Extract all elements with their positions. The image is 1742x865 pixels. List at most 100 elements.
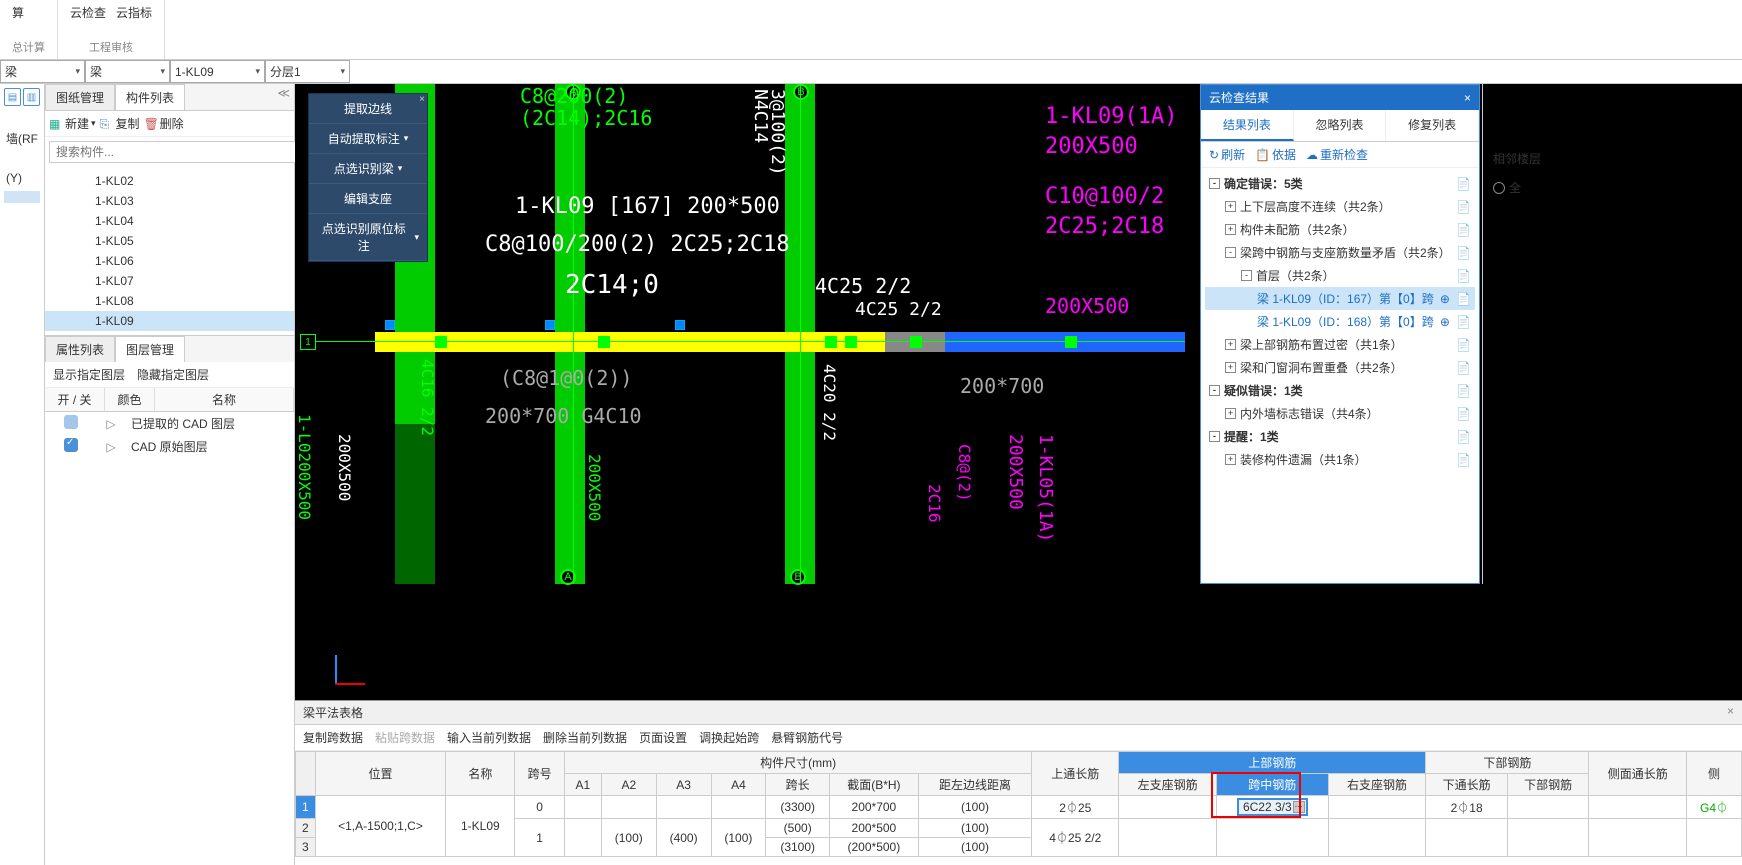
ellipsis-button[interactable]: ⋯ — [1293, 801, 1305, 813]
result-link[interactable]: 梁 1-KL09（ID：167）第【0】跨 — [1257, 290, 1434, 307]
tb-delcol[interactable]: 删除当前列数据 — [543, 729, 627, 746]
search-input[interactable] — [49, 141, 298, 163]
cell[interactable]: (100) — [918, 838, 1032, 857]
tree-item-selected[interactable]: 1-KL09 — [45, 311, 294, 331]
layer-row[interactable]: ▷ 已提取的 CAD 图层 — [45, 412, 294, 435]
fm-pick-origin[interactable]: 点选识别原位标注▾ — [309, 214, 427, 261]
locate-icon[interactable]: ⊕ — [1440, 292, 1450, 306]
collapse-icon[interactable]: - — [1209, 178, 1220, 189]
recheck-button[interactable]: ☁ 重新检查 — [1306, 146, 1368, 163]
type-dropdown[interactable]: 梁▾ — [85, 60, 170, 83]
ribbon-calc-button[interactable]: 算 — [12, 4, 24, 21]
show-layer-btn[interactable]: 显示指定图层 — [53, 366, 125, 383]
layer-row[interactable]: ▷ CAD 原始图层 — [45, 435, 294, 458]
handle[interactable] — [1065, 336, 1077, 348]
pin-icon[interactable]: ≪ — [277, 86, 290, 100]
result-item[interactable]: +内外墙标志错误（共4条）📄 — [1205, 402, 1475, 425]
cell[interactable]: 4⏀25 2/2 — [1032, 819, 1119, 857]
cell[interactable]: (100) — [711, 819, 766, 857]
tree-item[interactable]: 1-KL02 — [45, 171, 294, 191]
result-item[interactable]: +梁和门窗洞布置重叠（共2条）📄 — [1205, 356, 1475, 379]
th-span[interactable]: 跨号 — [515, 752, 564, 796]
detail-icon[interactable]: 📄 — [1456, 338, 1471, 352]
expand-icon[interactable]: + — [1225, 339, 1236, 350]
radio-icon[interactable] — [1493, 182, 1505, 194]
result-link[interactable]: 梁 1-KL09（ID：168）第【0】跨 — [1257, 313, 1434, 330]
result-item[interactable]: -疑似错误：1类📄 — [1205, 379, 1475, 402]
collapse-icon[interactable]: - — [1209, 431, 1220, 442]
th-leftsup[interactable]: 左支座钢筋 — [1119, 774, 1217, 796]
table-row[interactable]: 1 <1,A-1500;1,C> 1-KL09 0 (3300) 200*700… — [296, 796, 1742, 819]
refresh-button[interactable]: ↻ 刷新 — [1209, 146, 1245, 163]
fm-extract-edge[interactable]: 提取边线 — [309, 94, 427, 124]
cell[interactable]: 2⏀25 — [1032, 796, 1119, 819]
tool-icon-2[interactable]: ▥ — [23, 88, 40, 106]
layer-dropdown[interactable]: 分层1▾ — [265, 60, 350, 83]
tree-item[interactable]: 1-KL03 — [45, 191, 294, 211]
cell[interactable]: G4⏀ — [1687, 796, 1742, 819]
tree-item[interactable]: 1-KL07 — [45, 271, 294, 291]
expand-icon[interactable]: + — [1225, 224, 1236, 235]
handle[interactable] — [910, 336, 922, 348]
tree-item[interactable]: 1-KL04 — [45, 211, 294, 231]
cell[interactable]: 200*700 — [830, 796, 919, 819]
anchor[interactable] — [675, 320, 685, 330]
result-item[interactable]: 梁 1-KL09（ID：167）第【0】跨 ⊕ 📄 — [1205, 287, 1475, 310]
tb-cantilever[interactable]: 悬臂钢筋代号 — [771, 729, 843, 746]
result-item[interactable]: +装修构件遗漏（共1条）📄 — [1205, 448, 1475, 471]
tab-results[interactable]: 结果列表 — [1201, 110, 1294, 141]
th-lowerlong[interactable]: 下通长筋 — [1426, 774, 1508, 796]
component-dropdown[interactable]: 1-KL09▾ — [170, 60, 265, 83]
tool-icon-1[interactable]: ▤ — [4, 88, 21, 106]
th-side2[interactable]: 侧 — [1687, 752, 1742, 796]
th-a4[interactable]: A4 — [711, 774, 766, 796]
side-item-wall[interactable]: 墙(RF — [4, 124, 40, 153]
th-size[interactable]: 构件尺寸(mm) — [564, 752, 1031, 774]
tab-layermgr[interactable]: 图层管理 — [115, 336, 185, 362]
tab-drawings[interactable]: 图纸管理 — [45, 84, 115, 110]
fm-pick-beam[interactable]: 点选识别梁▾ — [309, 154, 427, 184]
new-button[interactable]: ▦新建▾ — [49, 115, 96, 132]
cell-mid-active[interactable]: 6C22 3/3⋯ — [1216, 796, 1328, 819]
cell[interactable]: (100) — [601, 819, 656, 857]
tree-item[interactable]: 1-KL08 — [45, 291, 294, 311]
close-icon[interactable]: × — [419, 94, 425, 105]
hide-layer-btn[interactable]: 隐藏指定图层 — [137, 366, 209, 383]
th-upperlong[interactable]: 上通长筋 — [1032, 752, 1119, 796]
detail-icon[interactable]: 📄 — [1456, 430, 1471, 444]
cell[interactable]: 1 — [515, 819, 564, 857]
th-a2[interactable]: A2 — [601, 774, 656, 796]
th-lowerrebar[interactable]: 下部钢筋 — [1507, 774, 1589, 796]
ribbon-cloudcheck-button[interactable]: 云检查 — [70, 4, 106, 21]
locate-icon[interactable]: ⊕ — [1440, 315, 1450, 329]
cell[interactable]: (3300) — [766, 796, 830, 819]
th-mid[interactable]: 跨中钢筋 — [1216, 774, 1328, 796]
expand-icon[interactable]: + — [1225, 362, 1236, 373]
detail-icon[interactable]: 📄 — [1456, 292, 1471, 306]
handle[interactable] — [845, 336, 857, 348]
anchor[interactable] — [545, 320, 555, 330]
cell[interactable]: (100) — [918, 796, 1032, 819]
detail-icon[interactable]: 📄 — [1456, 453, 1471, 467]
copy-button[interactable]: ⎘复制 — [100, 115, 140, 132]
th-len[interactable]: 跨长 — [766, 774, 830, 796]
checkbox-checked[interactable] — [64, 438, 78, 452]
checkbox-partial[interactable] — [64, 415, 78, 429]
cell[interactable]: 0 — [515, 796, 564, 819]
basis-button[interactable]: 📋 依据 — [1255, 146, 1296, 163]
tb-pastespan[interactable]: 粘贴跨数据 — [375, 729, 435, 746]
side-item-1[interactable] — [4, 112, 40, 124]
tb-copyspan[interactable]: 复制跨数据 — [303, 729, 363, 746]
tree-item[interactable]: 1-KL06 — [45, 251, 294, 271]
cell-name[interactable]: 1-KL09 — [446, 796, 515, 857]
detail-icon[interactable]: 📄 — [1456, 361, 1471, 375]
cell[interactable]: 200*500 — [830, 819, 919, 838]
result-item[interactable]: -提醒：1类📄 — [1205, 425, 1475, 448]
th-a3[interactable]: A3 — [656, 774, 711, 796]
cell[interactable]: (200*500) — [830, 838, 919, 857]
detail-icon[interactable]: 📄 — [1456, 269, 1471, 283]
option-adjacent[interactable]: 相邻楼层 — [1483, 144, 1742, 173]
result-item[interactable]: -梁跨中钢筋与支座筋数量矛盾（共2条）📄 — [1205, 241, 1475, 264]
cell[interactable]: 2⏀18 — [1426, 796, 1508, 819]
tab-ignored[interactable]: 忽略列表 — [1294, 110, 1387, 141]
